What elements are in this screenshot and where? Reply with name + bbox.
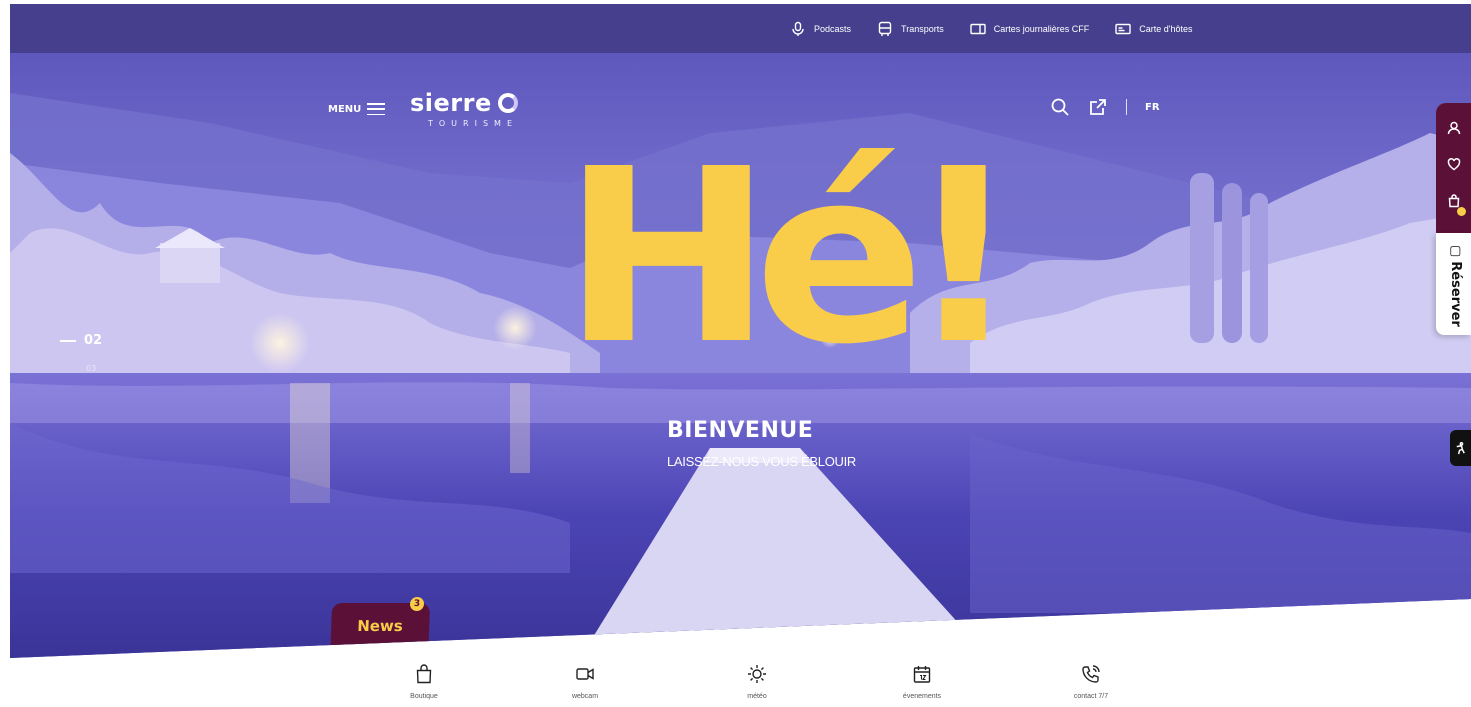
user-icon[interactable] <box>1447 121 1461 135</box>
slide-indicator-current[interactable]: 02 <box>60 333 102 348</box>
transports-link[interactable]: Transports <box>877 21 944 37</box>
shopping-bag-icon <box>1448 194 1459 208</box>
logo-ring-icon <box>497 93 518 113</box>
page: Podcasts Transports Cartes journalières … <box>0 0 1471 707</box>
phone-icon <box>1082 665 1100 683</box>
heart-icon[interactable] <box>1447 157 1461 171</box>
calendar-icon <box>913 666 931 683</box>
accessibility-button[interactable] <box>1450 430 1471 466</box>
shopping-bag-icon <box>416 664 432 684</box>
header-divider <box>1126 99 1127 115</box>
podcasts-link[interactable]: Podcasts <box>790 21 851 37</box>
top-utility-bar: Podcasts Transports Cartes journalières … <box>10 4 1471 53</box>
bus-icon <box>878 21 892 36</box>
utility-links: Podcasts Transports Cartes journalières … <box>790 4 1193 53</box>
news-tab[interactable]: News 3 <box>329 597 431 658</box>
slide-indicator-next[interactable]: 03 <box>86 364 96 373</box>
quick-link-label: météo <box>747 693 767 700</box>
cart-button[interactable] <box>1447 193 1466 216</box>
quick-link-webcam[interactable]: webcam <box>525 664 645 700</box>
floating-sidebar <box>1436 103 1471 233</box>
site-logo[interactable]: sierre TOURISME <box>410 89 518 128</box>
sun-icon <box>748 665 766 683</box>
hamburger-icon <box>367 103 386 115</box>
reserve-label: Réserver <box>1448 261 1463 327</box>
news-count-badge: 3 <box>409 597 425 611</box>
hero-headline: Hé! <box>562 117 1021 397</box>
microphone-icon <box>792 21 804 36</box>
quick-link-events[interactable]: évenements <box>862 664 982 700</box>
menu-button[interactable]: MENU <box>328 103 386 115</box>
logo-word: sierre <box>410 89 492 117</box>
slide-current-number: 02 <box>84 333 103 348</box>
cart-badge <box>1456 207 1466 216</box>
hero-banner: MENU sierre TOURISME FR 02 03 Hé! Bienve… <box>10 53 1471 658</box>
search-icon[interactable] <box>1050 97 1070 117</box>
quick-link-boutique[interactable]: Boutique <box>364 664 484 700</box>
reserve-button[interactable]: ▢ Réserver <box>1436 233 1471 335</box>
guest-card-link[interactable]: Carte d'hôtes <box>1115 21 1193 37</box>
cff-day-cards-label: Cartes journalières CFF <box>993 23 1090 34</box>
slide-indicator-dash <box>60 339 76 342</box>
quick-links-bar: Boutique webcam météo évenements contact… <box>0 660 1471 707</box>
guest-card-label: Carte d'hôtes <box>1139 23 1193 34</box>
cff-day-cards-link[interactable]: Cartes journalières CFF <box>970 21 1090 37</box>
quick-link-label: webcam <box>571 693 599 700</box>
card-icon <box>1115 23 1131 34</box>
calendar-small-icon: ▢ <box>1448 245 1463 258</box>
external-link-icon[interactable] <box>1088 97 1108 117</box>
hero-tagline: Laissez-nous vous éblouir <box>667 454 856 469</box>
quick-link-label: évenements <box>902 693 942 700</box>
quick-link-contact[interactable]: contact 7/7 <box>1031 664 1151 700</box>
accessibility-icon <box>1456 441 1465 454</box>
podcasts-label: Podcasts <box>814 23 852 34</box>
video-camera-icon <box>576 668 594 680</box>
quick-link-label: contact 7/7 <box>1073 693 1109 700</box>
logo-subtitle: TOURISME <box>428 119 518 128</box>
transports-label: Transports <box>901 23 944 34</box>
quick-link-label: Boutique <box>410 693 438 700</box>
header-actions: FR <box>1050 97 1160 117</box>
language-selector[interactable]: FR <box>1145 102 1160 113</box>
quick-link-meteo[interactable]: météo <box>697 664 817 700</box>
menu-label: MENU <box>328 103 362 115</box>
hero-title: Bienvenue <box>667 418 814 443</box>
news-label: News <box>356 617 404 635</box>
ticket-icon <box>970 23 986 34</box>
